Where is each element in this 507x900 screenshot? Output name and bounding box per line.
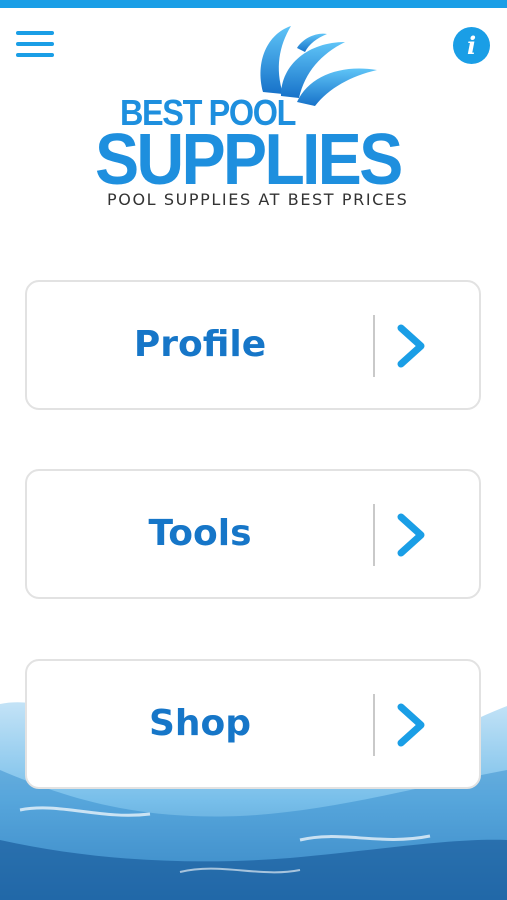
divider [373, 504, 375, 566]
top-accent-bar [0, 0, 507, 8]
chevron-right-icon [397, 324, 425, 368]
menu-item-shop[interactable]: Shop [25, 659, 481, 789]
divider [373, 694, 375, 756]
menu-line [16, 42, 54, 46]
menu-line [16, 53, 54, 57]
menu-item-tools[interactable]: Tools [25, 469, 481, 599]
menu-line [16, 31, 54, 35]
logo-tagline: POOL SUPPLIES AT BEST PRICES [107, 190, 409, 209]
menu-item-label: Tools [148, 513, 252, 554]
divider [373, 315, 375, 377]
menu-item-label: Profile [133, 324, 267, 365]
menu-item-label: Shop [148, 703, 252, 744]
menu-item-profile[interactable]: Profile [25, 280, 481, 410]
hamburger-menu-icon[interactable] [16, 31, 56, 61]
chevron-right-icon [397, 703, 425, 747]
logo-text-supplies: SUPPLIES [95, 120, 403, 200]
brand-logo: BEST POOL SUPPLIES POOL SUPPLIES AT BEST… [95, 22, 415, 214]
info-icon[interactable]: i [453, 27, 490, 64]
chevron-right-icon [397, 513, 425, 557]
